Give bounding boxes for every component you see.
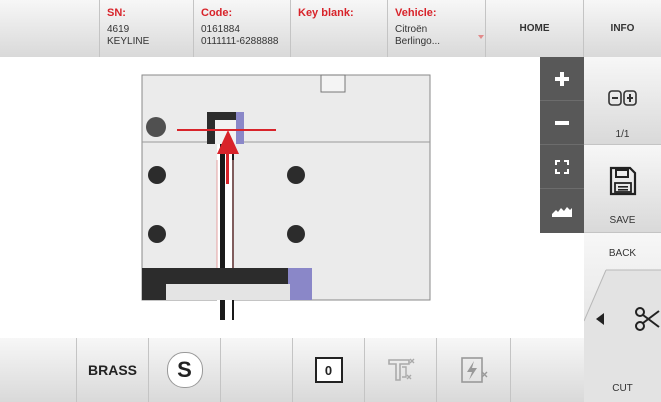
vehicle-label: Vehicle: — [395, 7, 437, 19]
code-label: Code: — [201, 7, 233, 19]
code-primary: 0161884 — [201, 24, 240, 35]
caliper-button[interactable] — [365, 338, 437, 402]
sn-name: KEYLINE — [107, 36, 150, 47]
vehicle-dropdown-icon — [478, 35, 484, 39]
left-arrow-icon[interactable] — [596, 313, 604, 325]
zoom-toggle-icon — [608, 90, 637, 106]
back-button[interactable]: BACK — [584, 248, 661, 259]
zoom-out-button[interactable] — [540, 101, 584, 145]
top-bar: SN: 4619 KEYLINE Code: 0161884 0111111-628… — [0, 0, 661, 57]
save-icon — [609, 166, 637, 196]
sn-label: SN: — [107, 7, 126, 19]
clamp-notch — [320, 74, 346, 93]
key-blank-label: Key blank: — [298, 7, 354, 19]
fit-screen-button[interactable] — [540, 145, 584, 189]
clamp-base-bevel — [288, 268, 312, 300]
key-diagram — [141, 74, 431, 320]
counter-value: 0 — [314, 357, 343, 383]
tracer-icon — [460, 357, 487, 383]
profile-view-button[interactable] — [540, 189, 584, 233]
side-badge: S — [166, 352, 203, 388]
cut-button[interactable]: CUT — [584, 383, 661, 394]
clamp-pin — [146, 117, 166, 137]
clamp-screw — [148, 166, 166, 184]
material-button[interactable]: BRASS — [77, 338, 149, 402]
clamp-base-inner — [166, 284, 290, 300]
vehicle-make: Citroën — [395, 24, 428, 35]
vehicle-value: Citroën Berlingo... — [395, 24, 440, 48]
save-button[interactable]: SAVE — [584, 145, 661, 233]
scissors-icon — [635, 307, 660, 331]
zoom-controls — [540, 57, 584, 233]
key-view-canvas — [0, 57, 540, 338]
direction-arrow-shaft — [226, 154, 229, 184]
sn-value: 4619 KEYLINE — [107, 24, 149, 48]
profile-icon — [552, 207, 572, 217]
clamp-screw — [287, 225, 305, 243]
zoom-toggle-button[interactable]: 1/1 — [584, 57, 661, 145]
sn-number: 4619 — [107, 24, 130, 35]
side-select-button[interactable]: S — [149, 338, 221, 402]
tracer-button[interactable] — [437, 338, 511, 402]
save-label: SAVE — [609, 215, 636, 226]
side-panel: 1/1 SAVE BACK CUT — [584, 57, 661, 402]
clamp-body — [141, 74, 431, 301]
caliper-icon — [387, 358, 414, 381]
key-blank-info: Key blank: — [291, 0, 388, 57]
clamp-screw — [287, 166, 305, 184]
vehicle-info[interactable]: Vehicle: Citroën Berlingo... — [388, 0, 486, 57]
sn-info: SN: 4619 KEYLINE — [100, 0, 194, 57]
code-info: Code: 0161884 0111111-6288888 — [194, 0, 291, 57]
counter-button[interactable]: 0 — [293, 338, 365, 402]
zoom-in-button[interactable] — [540, 57, 584, 101]
code-value: 0161884 0111111-6288888 — [201, 24, 278, 48]
minus-icon — [555, 120, 569, 125]
fit-screen-icon — [555, 159, 569, 174]
vehicle-model: Berlingo... — [395, 36, 441, 47]
code-secondary: 0111111-6288888 — [201, 36, 279, 47]
plus-icon — [555, 71, 569, 86]
toolbar-spacer — [0, 338, 77, 402]
key-tip-bevel — [236, 112, 244, 144]
cut-area: BACK CUT — [584, 233, 661, 402]
home-button[interactable]: HOME — [486, 0, 584, 57]
toolbar-spacer — [221, 338, 293, 402]
bottom-toolbar: BRASS S 0 — [0, 338, 584, 402]
info-button[interactable]: INFO — [584, 0, 661, 57]
top-bar-spacer — [0, 0, 100, 57]
page-indicator: 1/1 — [615, 129, 630, 140]
clamp-screw — [148, 225, 166, 243]
